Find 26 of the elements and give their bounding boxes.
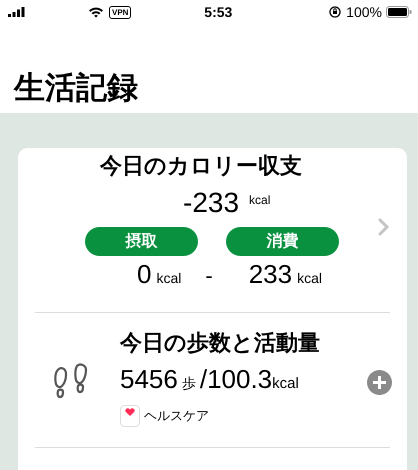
vpn-badge: VPN	[109, 6, 132, 18]
minus-sign: -	[205, 263, 213, 289]
intake-label: 摂取	[85, 227, 198, 256]
calories-unit: kcal	[272, 375, 299, 392]
intake-value: 0	[137, 259, 152, 290]
rotation-lock-icon	[329, 6, 342, 18]
burn-value: 233	[248, 259, 292, 290]
battery-icon	[386, 6, 412, 18]
page-title: 生活記録	[14, 69, 138, 107]
activity-calories: /100.3	[200, 364, 272, 395]
calorie-title: 今日のカロリー収支	[100, 152, 302, 180]
wifi-icon	[88, 6, 104, 18]
step-count: 5456	[120, 364, 178, 395]
intake-unit: kcal	[156, 270, 182, 286]
status-time: 5:53	[204, 4, 232, 20]
health-app-icon	[120, 405, 140, 427]
calorie-balance: -233	[183, 187, 240, 219]
chevron-right-icon[interactable]	[378, 218, 390, 236]
steps-unit: 歩	[182, 375, 196, 393]
burn-unit: kcal	[297, 270, 322, 286]
add-icon[interactable]	[367, 370, 392, 395]
health-source: ヘルスケア	[144, 407, 209, 425]
balance-unit: kcal	[249, 193, 270, 207]
activity-title: 今日の歩数と活動量	[120, 329, 320, 357]
burn-label: 消費	[226, 227, 339, 256]
battery-percent: 100%	[346, 4, 382, 20]
